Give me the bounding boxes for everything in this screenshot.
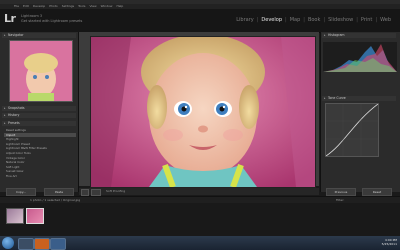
taskbar-lightroom-icon[interactable]	[50, 238, 66, 250]
snapshots-header[interactable]: Snapshots	[2, 106, 76, 111]
identity-subtitle: Get started with Lightroom presets	[21, 19, 83, 23]
clock-date: 5/25/2011	[381, 242, 397, 246]
taskbar-explorer-icon[interactable]	[18, 238, 34, 250]
system-clock: 4:00 PM 5/25/2011	[382, 238, 397, 246]
reset-button[interactable]: Reset	[362, 188, 392, 196]
start-button[interactable]	[2, 237, 14, 249]
previous-button[interactable]: Previous	[326, 188, 356, 196]
module-book[interactable]: Book	[305, 17, 323, 23]
loupe-view-button[interactable]	[81, 189, 89, 196]
before-after-button[interactable]	[91, 189, 101, 196]
module-develop[interactable]: Develop	[258, 17, 285, 23]
filmstrip	[0, 203, 400, 237]
tone-curve-graph[interactable]	[325, 103, 379, 157]
presets-header[interactable]: Presets	[2, 121, 76, 126]
module-slideshow[interactable]: Slideshow	[325, 17, 356, 23]
filmstrip-info: 1 photo / 1 selected / Original.jpg	[30, 198, 81, 202]
module-library[interactable]: Library	[233, 17, 256, 23]
histogram-graph	[323, 44, 397, 72]
taskbar-browser-icon[interactable]	[34, 238, 50, 250]
preset-item[interactable]: Fine Art	[4, 174, 76, 179]
main-photo[interactable]	[90, 36, 316, 188]
histogram-header[interactable]: Histogram	[322, 33, 396, 38]
navigator-photo-thumbnail	[10, 41, 72, 101]
module-print[interactable]: Print	[358, 17, 376, 23]
lightroom-logo: Lr	[4, 12, 16, 25]
history-header[interactable]: History	[2, 113, 76, 118]
tone-curve-header[interactable]: Tone Curve	[322, 96, 396, 101]
presets-list: Reset settings Import Highlight Lightroo…	[4, 128, 76, 179]
histogram	[323, 42, 397, 72]
filmstrip-thumbnail[interactable]	[6, 208, 24, 224]
navigator-preview[interactable]	[9, 40, 73, 102]
soft-proofing-toggle[interactable]: Soft Proofing	[106, 189, 125, 193]
tone-curve-line	[325, 103, 379, 157]
module-map[interactable]: Map	[287, 17, 304, 23]
paste-button[interactable]: Paste	[44, 188, 74, 196]
child-portrait-image	[91, 37, 315, 187]
navigator-header[interactable]: Navigator	[2, 33, 76, 38]
module-picker: Library | Develop | Map | Book | Slidesh…	[233, 17, 394, 23]
filmstrip-thumbnail-selected[interactable]	[26, 208, 44, 224]
copy-button[interactable]: Copy...	[6, 188, 36, 196]
identity-name: Lightroom 3	[21, 14, 43, 18]
module-web[interactable]: Web	[377, 17, 394, 23]
filmstrip-filter[interactable]: Filter:	[336, 198, 344, 202]
